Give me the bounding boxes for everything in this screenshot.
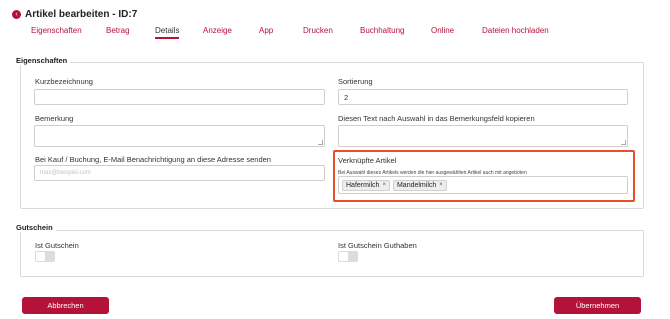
resize-handle-icon[interactable]	[318, 140, 323, 145]
verknuepfte-artikel-label: Verknüpfte Artikel	[338, 156, 397, 165]
tag-hafermilch: Hafermilch ×	[342, 179, 390, 191]
verknuepfte-artikel-select[interactable]: Hafermilch × Mandelmilch ×	[338, 176, 628, 194]
ist-gutschein-toggle[interactable]	[35, 251, 55, 262]
tab-drucken[interactable]: Drucken	[303, 26, 333, 35]
bemerkung-label: Bemerkung	[35, 114, 74, 123]
remove-tag-icon[interactable]: ×	[382, 182, 386, 188]
tab-eigenschaften[interactable]: Eigenschaften	[31, 26, 82, 35]
kurzbezeichnung-input[interactable]	[34, 89, 325, 105]
toggle-knob	[339, 252, 348, 261]
tab-app[interactable]: App	[259, 26, 273, 35]
resize-handle-icon[interactable]	[621, 140, 626, 145]
ist-gutschein-guthaben-toggle[interactable]	[338, 251, 358, 262]
tab-details[interactable]: Details	[155, 26, 180, 39]
bemerkung-copy-textarea[interactable]	[338, 125, 628, 147]
bemerkung-textarea[interactable]	[34, 125, 325, 147]
gutschein-legend: Gutschein	[13, 223, 56, 232]
ist-gutschein-label: Ist Gutschein	[35, 241, 79, 250]
apply-button[interactable]: Übernehmen	[554, 297, 641, 314]
toggle-knob	[36, 252, 45, 261]
bemerkung-copy-label: Diesen Text nach Auswahl in das Bemerkun…	[338, 114, 535, 123]
kurzbezeichnung-label: Kurzbezeichnung	[35, 77, 93, 86]
email-label: Bei Kauf / Buchung, E-Mail Benachrichtig…	[35, 155, 271, 164]
sortierung-input[interactable]: 2	[338, 89, 628, 105]
tag-label: Mandelmilch	[396, 181, 437, 189]
tab-anzeige[interactable]: Anzeige	[203, 26, 232, 35]
gutschein-section	[20, 230, 644, 277]
page-header: ‹ Artikel bearbeiten - ID:7	[12, 9, 137, 20]
tag-label: Hafermilch	[346, 181, 380, 189]
back-icon[interactable]: ‹	[12, 10, 21, 19]
cancel-button[interactable]: Abbrechen	[22, 297, 109, 314]
ist-gutschein-guthaben-label: Ist Gutschein Guthaben	[338, 241, 417, 250]
tab-bar: Eigenschaften Betrag Details Anzeige App…	[0, 26, 670, 40]
eigenschaften-legend: Eigenschaften	[13, 56, 71, 65]
tab-dateien-hochladen[interactable]: Dateien hochladen	[482, 26, 549, 35]
email-input[interactable]: max@beispiel.com	[34, 165, 325, 181]
tab-betrag[interactable]: Betrag	[106, 26, 130, 35]
remove-tag-icon[interactable]: ×	[439, 182, 443, 188]
tag-mandelmilch: Mandelmilch ×	[392, 179, 447, 191]
tab-buchhaltung[interactable]: Buchhaltung	[360, 26, 404, 35]
page-title: Artikel bearbeiten - ID:7	[25, 9, 138, 20]
tab-online[interactable]: Online	[431, 26, 454, 35]
sortierung-label: Sortierung	[338, 77, 373, 86]
